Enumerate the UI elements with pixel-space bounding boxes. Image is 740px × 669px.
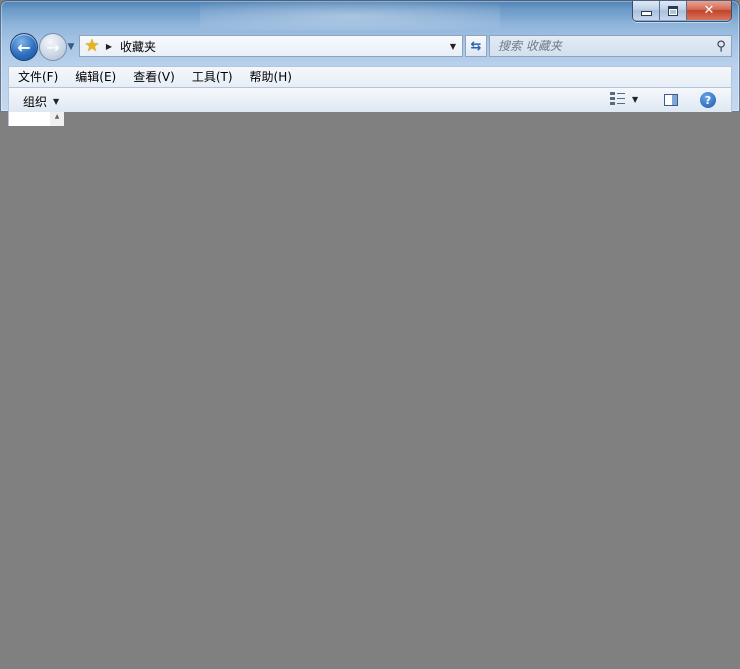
redacted-content-area — [64, 112, 740, 669]
back-button[interactable]: ← — [10, 33, 38, 61]
minimize-icon — [640, 11, 652, 16]
breadcrumb-favorites[interactable]: 收藏夹 — [116, 38, 156, 55]
menu-bar: 文件(F) 编辑(E) 查看(V) 工具(T) 帮助(H) — [8, 66, 732, 88]
window-frame: ✕ ← → ▼ ★ ▶ 收藏夹 ▼ ⇆ ⚲ 文件(F) 编辑(E) 查看(V) … — [0, 0, 740, 112]
search-icon[interactable]: ⚲ — [711, 39, 731, 54]
address-dropdown-button[interactable]: ▼ — [444, 36, 462, 56]
address-bar[interactable]: ★ ▶ 收藏夹 ▼ — [79, 35, 463, 57]
breadcrumb-arrow-icon[interactable]: ▶ — [102, 42, 116, 51]
arrow-right-icon: → — [46, 37, 60, 57]
maximize-button[interactable] — [660, 1, 687, 20]
organize-label: 组织 — [23, 95, 48, 109]
preview-pane-button[interactable] — [664, 94, 678, 106]
command-bar: 组织 ▼ ▼ ? — [8, 88, 732, 112]
chevron-down-icon: ▼ — [449, 41, 457, 51]
chevron-down-icon: ▼ — [53, 97, 60, 106]
menu-item-file[interactable]: 文件(F) — [9, 67, 66, 87]
details-view-icon — [610, 92, 626, 106]
chevron-down-icon: ▼ — [632, 94, 639, 104]
redacted-content-area-lower — [0, 126, 64, 669]
menu-item-tools[interactable]: 工具(T) — [183, 67, 241, 87]
navigation-pane — [8, 112, 51, 126]
close-icon: ✕ — [703, 3, 715, 18]
maximize-icon — [668, 5, 678, 16]
arrow-left-icon: ← — [17, 37, 31, 57]
navigation-bar: ← → ▼ ★ ▶ 收藏夹 ▼ ⇆ ⚲ — [8, 32, 732, 62]
menu-item-view[interactable]: 查看(V) — [124, 67, 183, 87]
caption-buttons: ✕ — [632, 1, 732, 22]
refresh-icon: ⇆ — [470, 38, 482, 54]
explorer-window: ✕ ← → ▼ ★ ▶ 收藏夹 ▼ ⇆ ⚲ 文件(F) 编辑(E) 查看(V) … — [0, 0, 740, 669]
chevron-down-icon: ▼ — [67, 42, 75, 52]
menu-item-help[interactable]: 帮助(H) — [241, 67, 300, 87]
minimize-button[interactable] — [633, 1, 660, 20]
search-box: ⚲ — [489, 35, 732, 57]
star-icon: ★ — [84, 36, 100, 56]
search-input[interactable] — [490, 36, 711, 56]
menu-item-edit[interactable]: 编辑(E) — [66, 67, 124, 87]
scrollbar-up-arrow[interactable]: ▲ — [50, 112, 64, 126]
organize-button[interactable]: 组织 ▼ — [23, 93, 59, 110]
change-view-button[interactable]: ▼ — [610, 92, 638, 106]
help-icon: ? — [704, 93, 712, 107]
recent-pages-button[interactable]: ▼ — [66, 42, 76, 52]
forward-button[interactable]: → — [39, 33, 67, 61]
refresh-button[interactable]: ⇆ — [465, 35, 487, 57]
help-button[interactable]: ? — [700, 92, 716, 108]
close-button[interactable]: ✕ — [687, 1, 731, 20]
